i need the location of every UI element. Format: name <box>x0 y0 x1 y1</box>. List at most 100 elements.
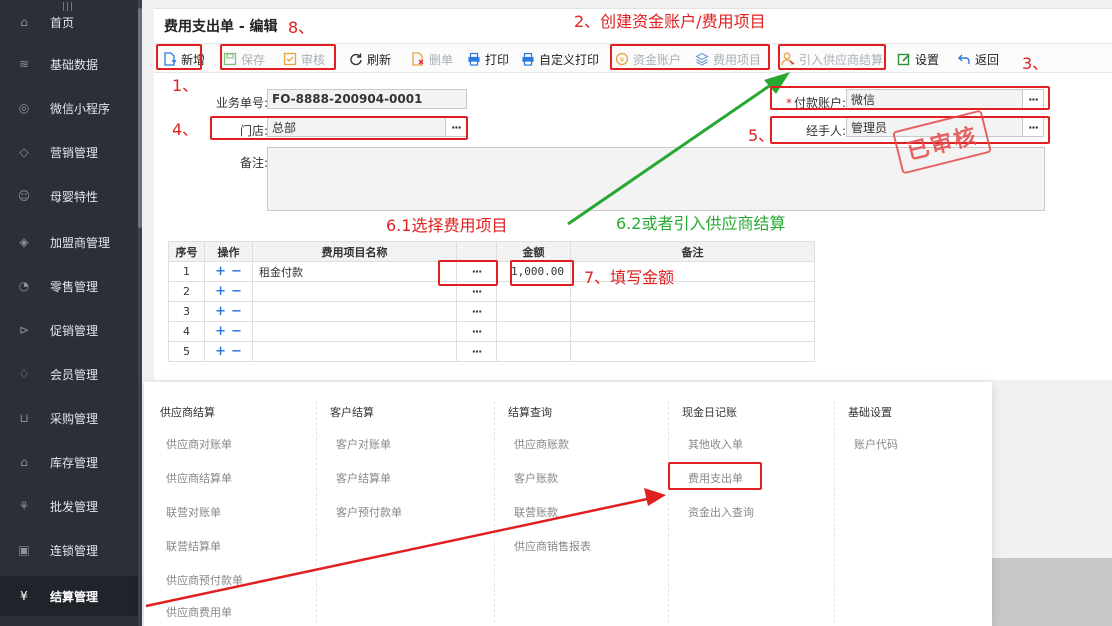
sidebar: ||| ⌂ 首页 ≋ 基础数据 ◎ 微信小程序 ◇ 营销管理 ☺ 母婴特性 ◈ 加盟商管理 ◔ 零售管理 ⊳… <box>0 0 142 626</box>
pay-account-value: 微信 <box>851 92 876 107</box>
grid-header-expense-item: 费用项目名称 <box>252 241 457 262</box>
menu-item[interactable]: 客户结算单 <box>336 470 391 486</box>
sidebar-item-2[interactable]: ◎ 微信小程序 <box>0 88 142 128</box>
annotation-5: 5、 <box>748 126 775 145</box>
menu-item[interactable]: 其他收入单 <box>688 436 743 452</box>
menu-item[interactable]: 供应商销售报表 <box>514 538 591 554</box>
row-remark[interactable] <box>570 321 815 342</box>
store-picker-button[interactable]: ··· <box>445 118 466 136</box>
doc-no-label: 业务单号: <box>215 96 268 110</box>
row-remark[interactable] <box>570 301 815 322</box>
menu-column-divider <box>316 402 317 622</box>
add-row-button[interactable]: + <box>215 304 226 319</box>
menu-column-divider <box>834 402 835 622</box>
sidebar-item-4[interactable]: ☺ 母婴特性 <box>0 176 142 216</box>
sidebar-item-3[interactable]: ◇ 营销管理 <box>0 132 142 172</box>
expense-item-button[interactable]: 费用项目 <box>694 48 761 70</box>
row-amount[interactable] <box>496 301 571 322</box>
fund-account-button[interactable]: ¥ 资金账户 <box>614 48 681 70</box>
row-ops: + − <box>204 261 253 282</box>
sidebar-item-12[interactable]: ▣ 连锁管理 <box>0 530 142 570</box>
row-expense-item[interactable] <box>252 321 457 342</box>
sidebar-item-8[interactable]: ♢ 会员管理 <box>0 354 142 394</box>
menu-item[interactable]: 客户预付款单 <box>336 504 402 520</box>
remove-row-button[interactable]: − <box>231 264 242 279</box>
row-expense-item[interactable] <box>252 281 457 302</box>
add-row-button[interactable]: + <box>215 264 226 279</box>
menu-item[interactable]: 费用支出单 <box>688 470 743 486</box>
pay-account-field[interactable]: 微信 ··· <box>846 89 1044 109</box>
expense-form-panel: 费用支出单 - 编辑 新增 保存 审核 刷新 删单 打印 自定义打印 ¥ 资金账… <box>154 8 1112 380</box>
menu-item[interactable]: 供应商费用单 <box>166 604 232 620</box>
sidebar-item-0[interactable]: ⌂ 首页 <box>0 2 142 42</box>
expense-item-picker-button[interactable]: ··· <box>456 341 497 362</box>
remove-row-button[interactable]: − <box>231 284 242 299</box>
menu-item[interactable]: 供应商结算单 <box>166 470 232 486</box>
remove-row-button[interactable]: − <box>231 344 242 359</box>
menu-column-header: 结算查询 <box>508 406 552 419</box>
row-amount[interactable]: 1,000.00 <box>496 261 571 282</box>
import-supplier-settlement-button[interactable]: 引入供应商结算 <box>780 48 883 70</box>
page-title: 费用支出单 - 编辑 <box>164 19 278 35</box>
expense-item-picker-button[interactable]: ··· <box>456 301 497 322</box>
menu-item[interactable]: 客户对账单 <box>336 436 391 452</box>
delete-button[interactable]: 删单 <box>410 48 453 70</box>
row-amount[interactable] <box>496 321 571 342</box>
sidebar-item-11[interactable]: ⚘ 批发管理 <box>0 486 142 526</box>
menu-item[interactable]: 供应商账款 <box>514 436 569 452</box>
menu-item[interactable]: 账户代码 <box>854 436 898 452</box>
row-no: 2 <box>168 281 205 302</box>
toolbar: 新增 保存 审核 刷新 删单 打印 自定义打印 ¥ 资金账户 费用项目 引入供应… <box>154 43 1112 73</box>
grid-header-no: 序号 <box>168 241 205 262</box>
expense-item-picker-button[interactable]: ··· <box>456 321 497 342</box>
settings-button[interactable]: 设置 <box>896 48 939 70</box>
sidebar-item-5[interactable]: ◈ 加盟商管理 <box>0 222 142 262</box>
new-button[interactable]: 新增 <box>162 48 205 70</box>
store-label: 门店: <box>239 124 268 138</box>
custom-print-button[interactable]: 自定义打印 <box>520 48 599 70</box>
save-button-label: 保存 <box>241 52 266 67</box>
menu-item[interactable]: 供应商预付款单 <box>166 572 243 588</box>
row-amount[interactable] <box>496 281 571 302</box>
refresh-button-label: 刷新 <box>367 52 392 67</box>
sidebar-item-13[interactable]: ¥ 结算管理 <box>0 576 142 616</box>
menu-item[interactable]: 供应商对账单 <box>166 436 232 452</box>
refresh-button[interactable]: 刷新 <box>348 48 391 70</box>
row-amount[interactable] <box>496 341 571 362</box>
sidebar-item-6[interactable]: ◔ 零售管理 <box>0 266 142 306</box>
back-button[interactable]: 返回 <box>956 48 999 70</box>
row-remark[interactable] <box>570 341 815 362</box>
expense-item-picker-button[interactable]: ··· <box>456 281 497 302</box>
menu-item[interactable]: 客户账款 <box>514 470 558 486</box>
store-field[interactable]: 总部 ··· <box>267 117 467 137</box>
menu-item[interactable]: 联营账款 <box>514 504 558 520</box>
sidebar-item-7[interactable]: ⊳ 促销管理 <box>0 310 142 350</box>
menu-column-divider <box>668 402 669 622</box>
add-row-button[interactable]: + <box>215 324 226 339</box>
menu-item[interactable]: 资金出入查询 <box>688 504 754 520</box>
menu-item[interactable]: 联营结算单 <box>166 538 221 554</box>
row-expense-item[interactable] <box>252 301 457 322</box>
add-row-button[interactable]: + <box>215 344 226 359</box>
add-row-button[interactable]: + <box>215 284 226 299</box>
menu-column-header: 现金日记账 <box>682 406 737 419</box>
audit-button[interactable]: 审核 <box>282 48 325 70</box>
sidebar-item-10[interactable]: ⌂ 库存管理 <box>0 442 142 482</box>
print-button[interactable]: 打印 <box>466 48 509 70</box>
member-icon: ♢ <box>18 367 30 381</box>
row-expense-item[interactable]: 租金付款 <box>252 261 457 282</box>
menu-item[interactable]: 联营对账单 <box>166 504 221 520</box>
row-expense-item[interactable] <box>252 341 457 362</box>
sidebar-item-9[interactable]: ⊔ 采购管理 <box>0 398 142 438</box>
menu-column-header: 客户结算 <box>330 406 374 419</box>
remove-row-button[interactable]: − <box>231 304 242 319</box>
sidebar-item-1[interactable]: ≋ 基础数据 <box>0 44 142 84</box>
expense-item-picker-button[interactable]: ··· <box>456 261 497 282</box>
home-icon: ⌂ <box>20 15 28 29</box>
handler-picker-button[interactable]: ··· <box>1022 118 1043 136</box>
stack-icon <box>694 51 710 67</box>
remove-row-button[interactable]: − <box>231 324 242 339</box>
annotation-6-1: 6.1选择费用项目 <box>386 216 508 235</box>
save-button[interactable]: 保存 <box>222 48 265 70</box>
pay-account-picker-button[interactable]: ··· <box>1022 90 1043 108</box>
